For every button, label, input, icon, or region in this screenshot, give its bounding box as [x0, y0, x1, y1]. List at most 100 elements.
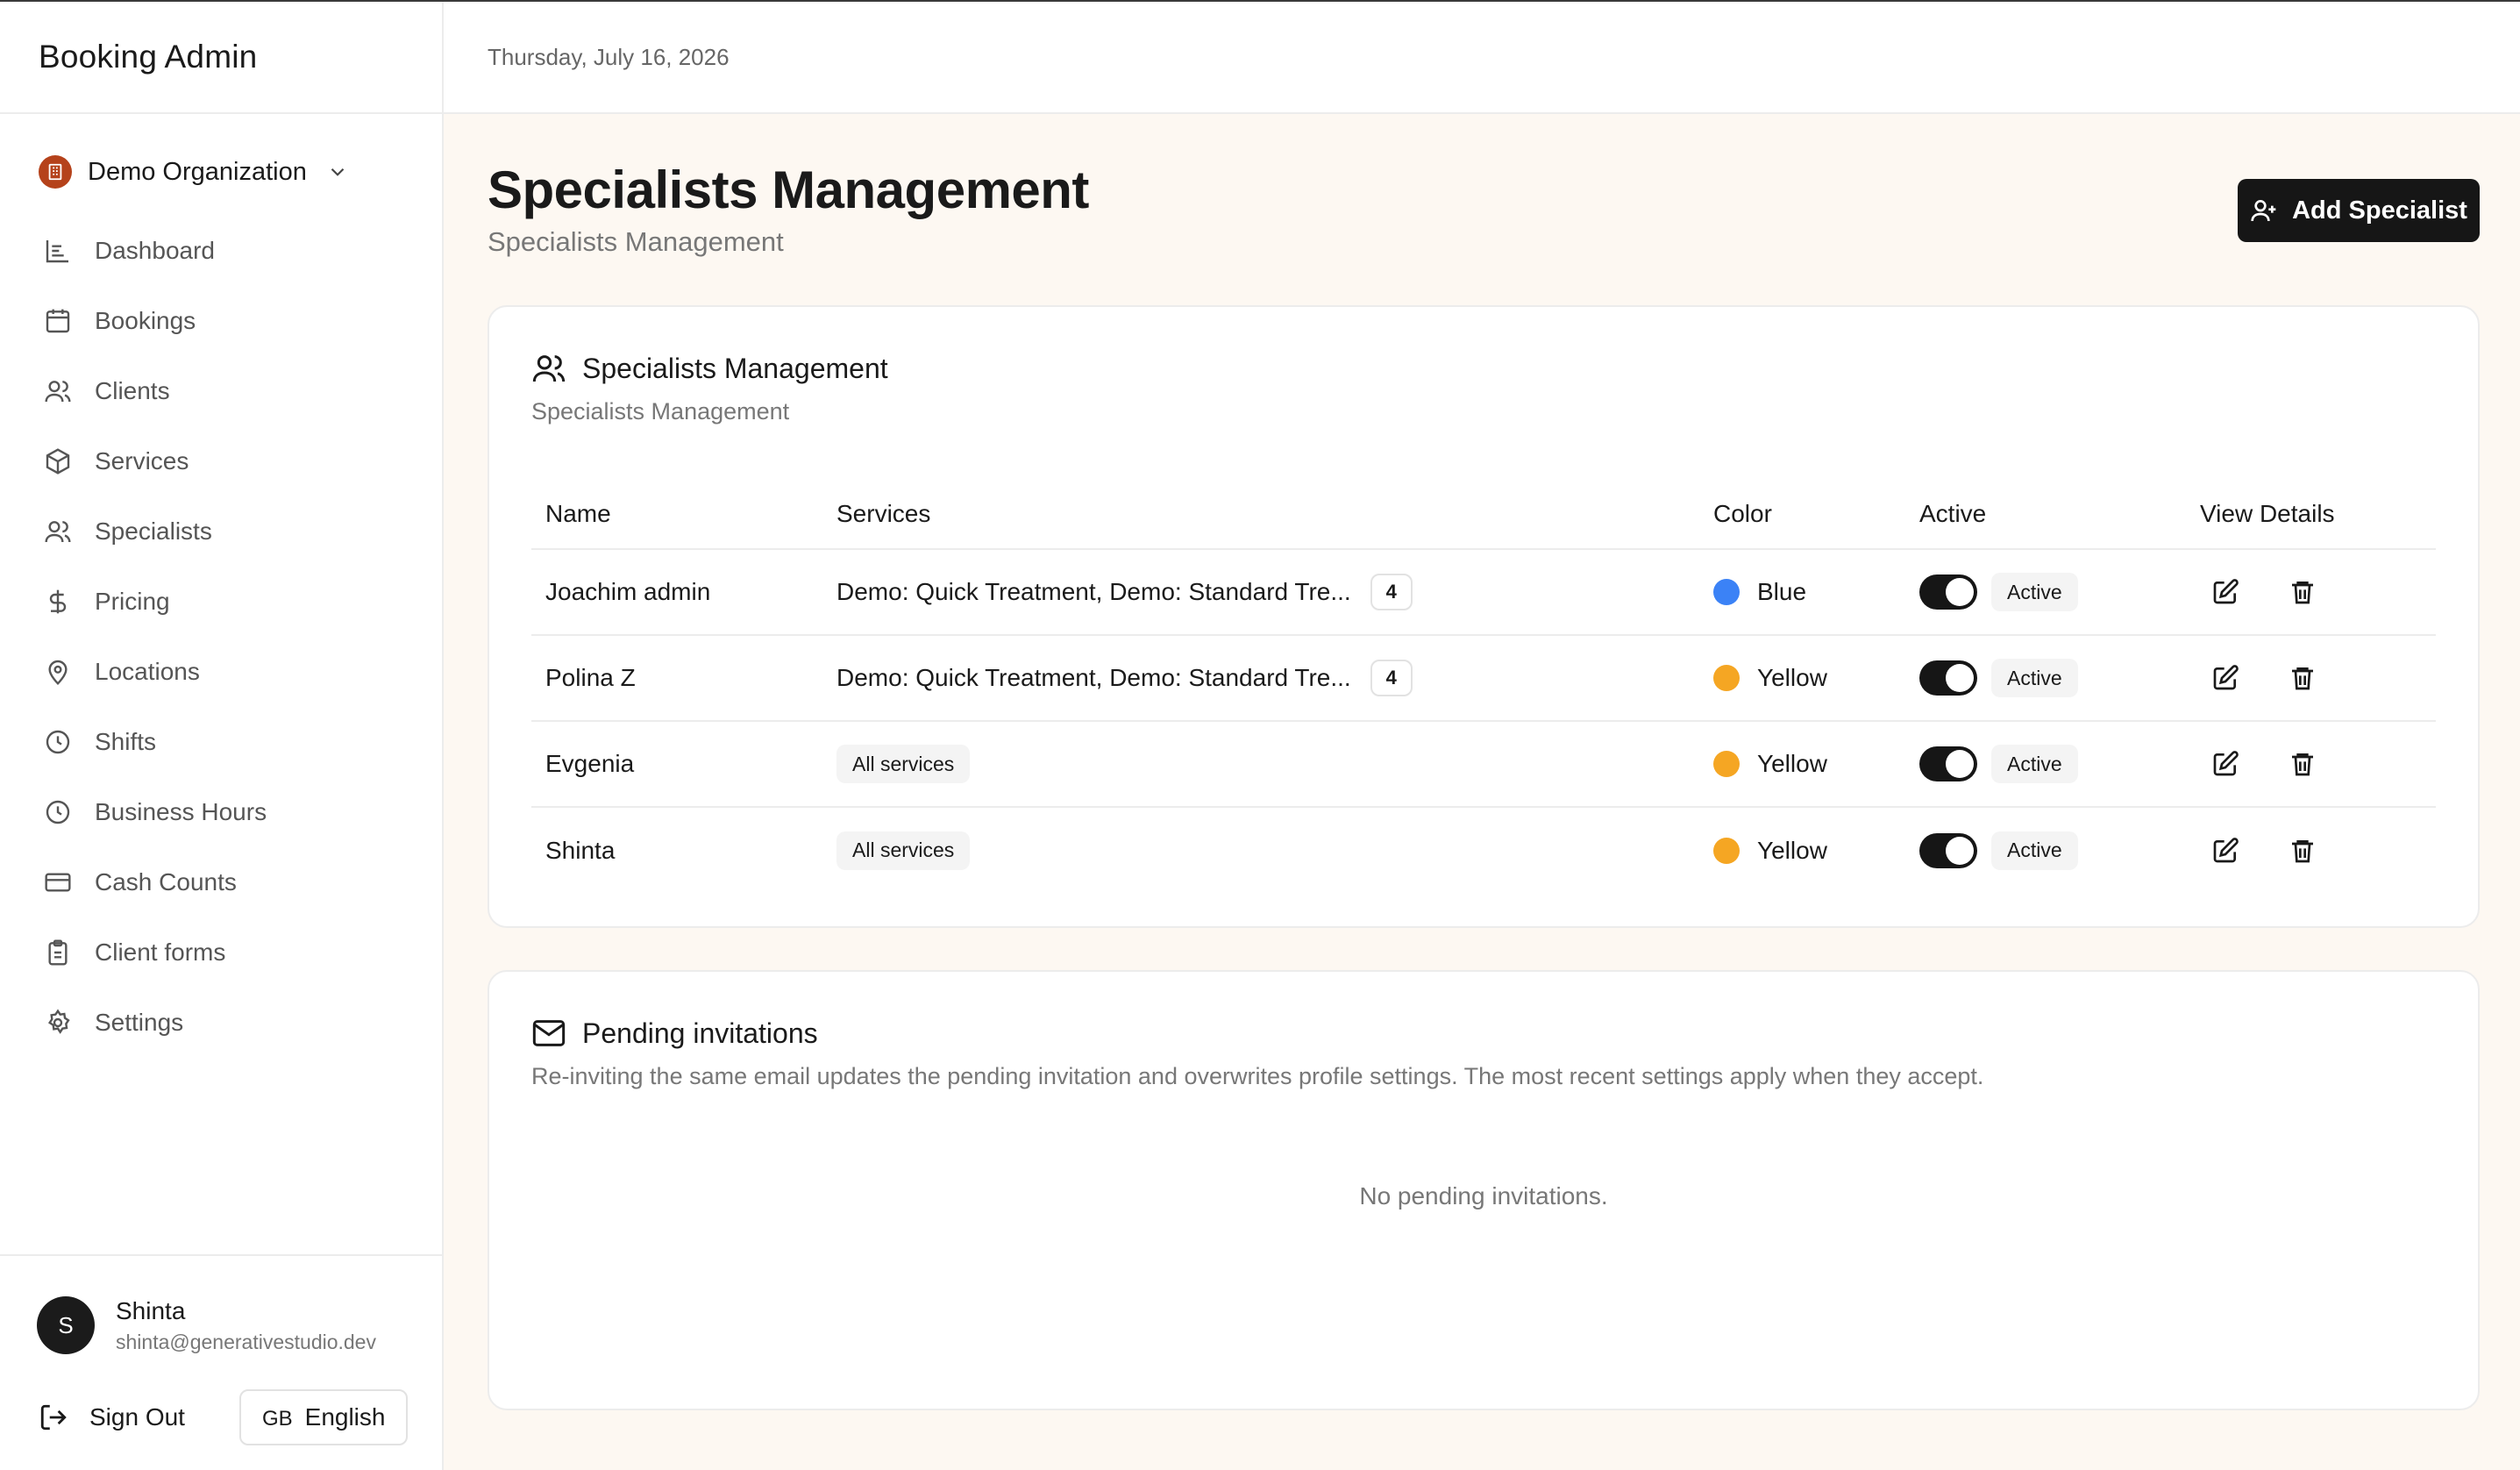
card-description: Specialists Management	[531, 398, 790, 425]
sidebar-item-bookings[interactable]: Bookings	[0, 286, 442, 356]
sidebar-item-label: Pricing	[95, 588, 170, 615]
edit-button[interactable]	[2203, 829, 2247, 873]
specialist-name: Polina Z	[531, 635, 822, 722]
sidebar-item-services[interactable]: Services	[0, 426, 442, 496]
users-icon	[45, 381, 71, 403]
status-badge: Active	[1991, 831, 2078, 870]
credit-card-icon	[45, 873, 71, 892]
table-row: Shinta All services Yellow Active	[531, 807, 2436, 893]
column-header-services: Services	[822, 479, 1699, 550]
sidebar-item-settings[interactable]: Settings	[0, 988, 442, 1058]
clock-icon	[46, 730, 70, 754]
edit-button[interactable]	[2203, 656, 2247, 700]
sidebar-item-clients[interactable]: Clients	[0, 356, 442, 426]
trash-icon	[2292, 753, 2313, 776]
sidebar-item-label: Locations	[95, 658, 200, 685]
current-date: Thursday, July 16, 2026	[488, 43, 730, 70]
dashboard-icon	[46, 240, 68, 263]
mail-icon	[532, 1020, 566, 1046]
user-email: shinta@generativestudio.dev	[116, 1330, 376, 1353]
log-out-icon	[40, 1404, 67, 1431]
page-subtitle: Specialists Management	[488, 226, 784, 257]
trash-icon	[2292, 667, 2313, 690]
color-name: Blue	[1757, 578, 1807, 605]
color-dot	[1713, 837, 1740, 864]
clipboard-icon	[48, 939, 68, 966]
sidebar-item-cash-counts[interactable]: Cash Counts	[0, 847, 442, 917]
sidebar-item-pricing[interactable]: Pricing	[0, 567, 442, 637]
specialist-services: All services	[836, 745, 971, 783]
sidebar-item-label: Dashboard	[95, 237, 215, 264]
table-header-row: Name Services Color Active View Details	[531, 479, 2436, 550]
specialists-table: Name Services Color Active View Details …	[531, 479, 2436, 893]
flag-icon: GB	[261, 1407, 293, 1431]
users-icon	[532, 355, 566, 382]
sidebar-item-label: Cash Counts	[95, 868, 237, 896]
gear-icon	[48, 1009, 70, 1034]
sidebar-item-dashboard[interactable]: Dashboard	[0, 216, 442, 286]
sidebar-item-business-hours[interactable]: Business Hours	[0, 777, 442, 847]
sidebar-item-client-forms[interactable]: Client forms	[0, 917, 442, 988]
pending-invitations-card: Pending invitations Re-inviting the same…	[488, 970, 2480, 1410]
language-selector[interactable]: GB English	[238, 1389, 409, 1445]
building-icon	[39, 155, 72, 189]
specialist-name: Joachim admin	[531, 549, 822, 636]
users-icon	[45, 521, 71, 543]
sidebar-item-label: Shifts	[95, 728, 157, 755]
dollar-icon	[49, 589, 67, 614]
edit-icon	[2213, 579, 2239, 604]
page-title: Specialists Management	[488, 161, 1089, 219]
delete-button[interactable]	[2281, 656, 2324, 700]
status-badge: Active	[1991, 659, 2078, 697]
column-header-color: Color	[1699, 479, 1905, 550]
sidebar-footer: S Shinta shinta@generativestudio.dev Sig…	[0, 1254, 442, 1470]
org-name: Demo Organization	[88, 157, 307, 186]
trash-icon	[2292, 839, 2313, 862]
card-title: Specialists Management	[582, 352, 888, 384]
user-profile: S Shinta shinta@generativestudio.dev	[0, 1296, 442, 1354]
edit-icon	[2213, 751, 2239, 776]
edit-button[interactable]	[2203, 742, 2247, 786]
main-content: Specialists Management Specialists Manag…	[488, 114, 2480, 1410]
delete-button[interactable]	[2281, 829, 2324, 873]
active-toggle[interactable]	[1919, 832, 1977, 868]
sidebar-item-locations[interactable]: Locations	[0, 637, 442, 707]
sidebar-item-label: Settings	[95, 1009, 184, 1036]
sign-out-label: Sign Out	[89, 1403, 185, 1431]
edit-button[interactable]	[2203, 570, 2247, 614]
package-icon	[46, 448, 70, 475]
sidebar-item-label: Client forms	[95, 938, 226, 966]
sidebar-item-label: Bookings	[95, 307, 196, 334]
column-header-name: Name	[531, 479, 822, 550]
color-name: Yellow	[1757, 664, 1827, 691]
delete-button[interactable]	[2281, 570, 2324, 614]
sign-out-button[interactable]: Sign Out	[39, 1402, 185, 1432]
delete-button[interactable]	[2281, 742, 2324, 786]
specialist-name: Shinta	[545, 836, 616, 864]
column-header-active: Active	[1905, 479, 2186, 550]
sidebar-item-label: Business Hours	[95, 798, 267, 825]
active-toggle[interactable]	[1919, 660, 1977, 696]
map-pin-icon	[48, 660, 68, 686]
active-toggle[interactable]	[1919, 574, 1977, 610]
sidebar-item-shifts[interactable]: Shifts	[0, 707, 442, 777]
table-row: Polina Z Demo: Quick Treatment, Demo: St…	[531, 635, 2436, 722]
specialists-card: Specialists Management Specialists Manag…	[488, 305, 2480, 928]
edit-icon	[2213, 665, 2239, 690]
sidebar-item-label: Clients	[95, 377, 170, 404]
language-label: English	[304, 1403, 386, 1431]
trash-icon	[2292, 582, 2313, 604]
clock-icon	[46, 800, 70, 824]
specialist-services: Demo: Quick Treatment, Demo: Standard Tr…	[836, 578, 1351, 605]
sidebar-item-specialists[interactable]: Specialists	[0, 496, 442, 567]
specialist-services: Demo: Quick Treatment, Demo: Standard Tr…	[836, 664, 1351, 691]
active-toggle[interactable]	[1919, 746, 1977, 781]
color-name: Yellow	[1757, 750, 1827, 777]
user-plus-icon	[2251, 200, 2276, 222]
add-specialist-button[interactable]: Add Specialist	[2238, 179, 2480, 242]
sidebar-item-label: Specialists	[95, 517, 212, 545]
color-dot	[1713, 665, 1740, 691]
org-switcher[interactable]: Demo Organization	[0, 140, 442, 203]
table-row: Evgenia All services Yellow Active	[531, 721, 2436, 808]
services-count-badge: 4	[1370, 660, 1413, 696]
